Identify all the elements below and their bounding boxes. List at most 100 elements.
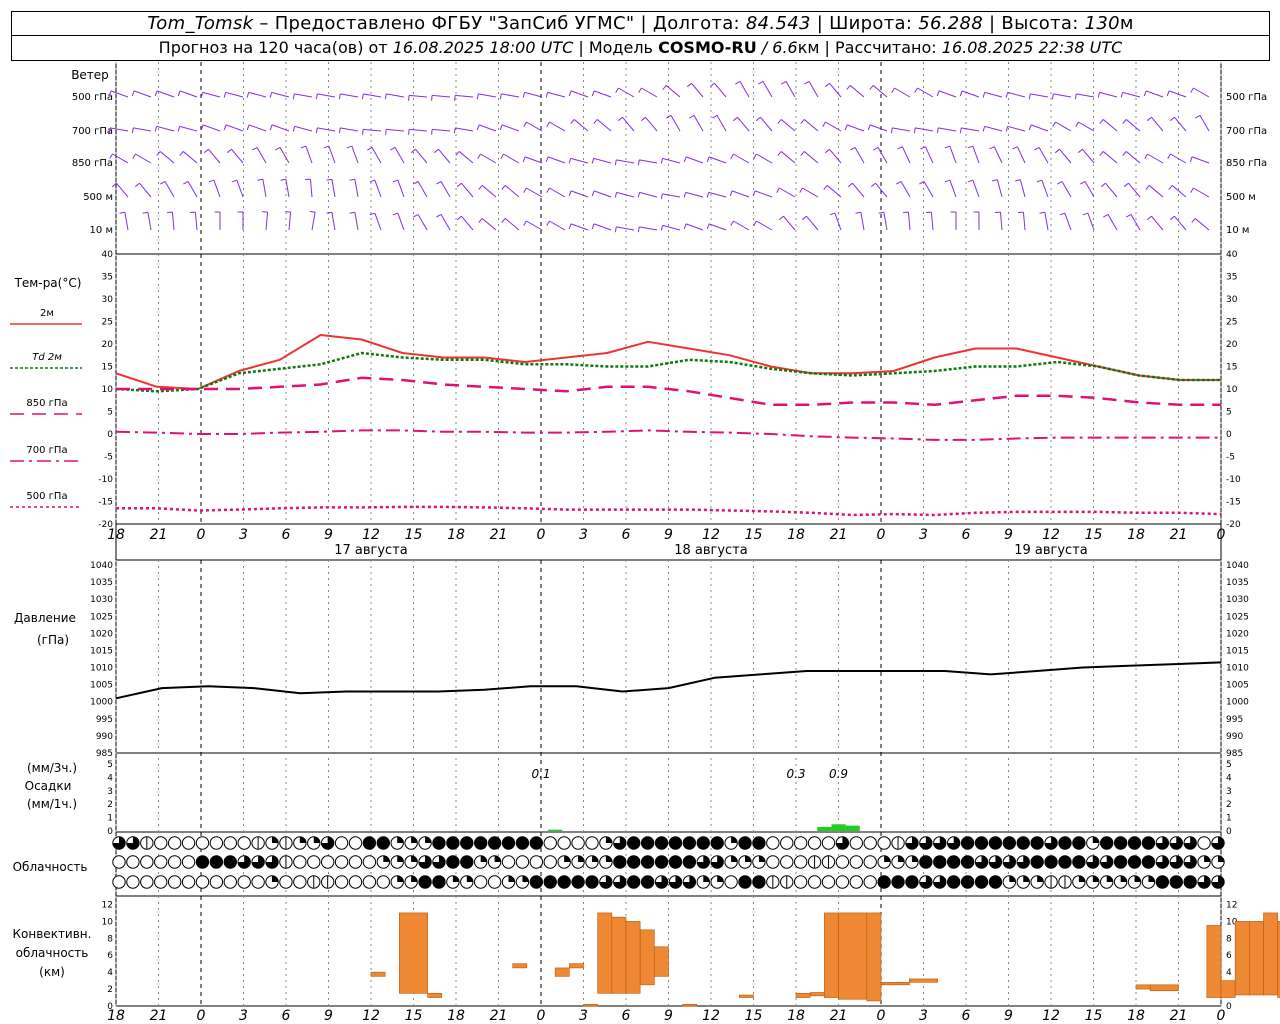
wind-barb-flag (309, 210, 316, 213)
pressure-ytick-right: 1040 (1226, 561, 1249, 571)
time-tick-label-bottom: 21 (490, 1008, 508, 1024)
wind-level-label-right: 10 м (1226, 225, 1249, 236)
cloud-symbol-mark (383, 855, 390, 862)
wind-level-label-left: 700 гПа (72, 126, 113, 137)
wind-barb (351, 145, 359, 164)
wind-barb (593, 157, 612, 164)
wind-barb (662, 157, 681, 164)
wind-barb-flag (1028, 124, 1032, 131)
wind-barb-flag (800, 119, 805, 124)
conv-ytick-right: 12 (1226, 900, 1237, 910)
wind-barb (860, 212, 865, 231)
wind-barb (570, 190, 589, 198)
wind-barb-flag (967, 145, 974, 149)
cloud-symbol-mark (884, 855, 891, 862)
cloud-symbol-mark (1092, 836, 1099, 843)
cloud-symbol (571, 836, 585, 850)
wind-barb (455, 94, 474, 98)
wind-barb-flag (226, 148, 232, 154)
wind-barb (662, 193, 681, 198)
temp-ytick-right: 15 (1226, 363, 1237, 373)
wind-barb-flag (501, 218, 506, 223)
temp-ytick-left: 40 (102, 250, 114, 260)
temp-ytick-left: 5 (107, 408, 113, 418)
wind-barb-flag (1122, 151, 1127, 156)
wind-barb (883, 212, 888, 231)
cloud-symbol (126, 855, 140, 869)
wind-barb (618, 87, 635, 98)
wind-barb-flag (638, 87, 642, 93)
wind-barb-flag (280, 178, 286, 181)
temp-ytick-left: -15 (98, 498, 113, 508)
wind-barb (262, 179, 267, 198)
cloud-symbol (1197, 836, 1211, 850)
wind-level-label-right: 500 гПа (1226, 92, 1267, 103)
time-tick-label: 6 (282, 527, 291, 543)
wind-barb-flag (801, 215, 807, 221)
cloud-symbol-mark (397, 836, 404, 843)
wind-barb-flag (436, 180, 442, 185)
wind-barb-flag (154, 126, 158, 132)
wind-barb-flag (570, 119, 575, 124)
convective-cloud-block (654, 946, 669, 977)
wind-barb (872, 85, 888, 98)
cloud-symbol-mark (1204, 855, 1211, 862)
wind-barb-flag (776, 187, 780, 193)
cloud-symbol-mark (717, 875, 724, 882)
wind-barb (1007, 125, 1026, 132)
wind-barb-flag (1005, 92, 1009, 98)
time-tick-label: 21 (1170, 527, 1188, 543)
cloud-symbol (640, 855, 655, 869)
wind-barb (829, 148, 842, 164)
wind-barb-flag (546, 187, 550, 193)
wind-barb (549, 187, 566, 198)
wind-barb (1151, 116, 1164, 132)
wind-barb (386, 128, 405, 132)
wind-barb (826, 185, 842, 198)
cloud-symbol (627, 836, 641, 850)
wind-barb (478, 93, 497, 98)
wind-barb-flag (223, 124, 227, 131)
cloud-symbol-mark (745, 855, 752, 862)
temp-legend-label: 700 гПа (26, 445, 67, 456)
cloud-symbol (334, 855, 349, 869)
cloud-symbol (710, 836, 724, 850)
wind-barb-flag (752, 190, 756, 197)
cloud-symbol (793, 875, 808, 889)
cloud-symbol (946, 875, 961, 889)
wind-barb-flag (709, 82, 715, 88)
convective-cloud-block (795, 993, 811, 998)
wind-barb (1151, 215, 1164, 231)
time-tick-label: 21 (150, 527, 168, 543)
time-tick-label-bottom: 18 (1127, 1008, 1145, 1024)
wind-barb (547, 156, 566, 164)
conv-title: облачность (16, 946, 89, 960)
cloud-symbol (154, 855, 168, 869)
temp-ytick-right: 10 (1226, 385, 1238, 395)
convective-cloud-block (1135, 984, 1151, 990)
wind-barb (639, 226, 658, 231)
precip-title: Осадки (25, 779, 72, 793)
wind-barb (194, 212, 198, 231)
wind-barb (685, 156, 704, 164)
date-label: 19 августа (1014, 543, 1088, 558)
cloud-symbol-mark (1023, 875, 1030, 882)
time-tick-label-bottom: 12 (362, 1008, 380, 1024)
cloud-symbol (529, 836, 544, 850)
pressure-ytick-right: 995 (1226, 715, 1243, 725)
wind-barb-flag (591, 190, 595, 197)
wind-barb-flag (545, 156, 549, 163)
pressure-ytick-right: 1030 (1226, 595, 1249, 605)
cloud-symbol (181, 836, 196, 850)
cloud-symbol-mark (313, 836, 320, 843)
cloud-symbol (543, 875, 557, 889)
wind-barb (808, 81, 819, 98)
wind-barb-flag (683, 156, 687, 163)
pressure-ytick-left: 995 (96, 715, 113, 725)
wind-barb-flag (436, 213, 442, 218)
wind-barb-flag (568, 158, 572, 164)
wind-barb-flag (1169, 116, 1175, 122)
wind-barb-flag (1120, 92, 1124, 98)
wind-barb (159, 151, 175, 164)
wind-barb-flag (706, 192, 710, 198)
